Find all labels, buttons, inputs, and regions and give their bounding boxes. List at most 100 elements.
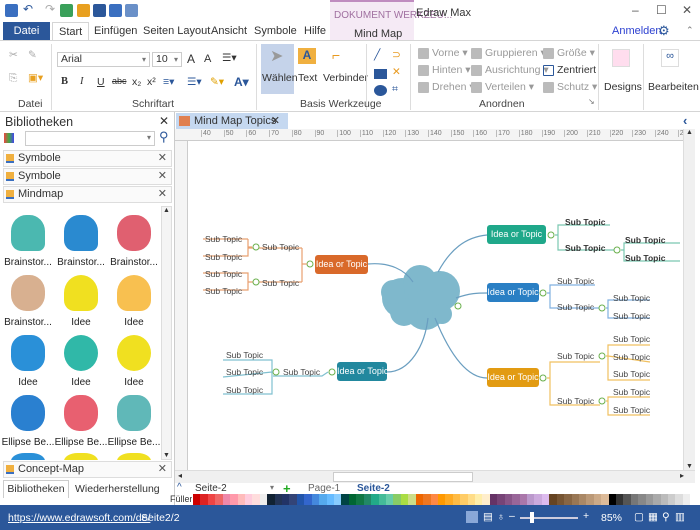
tab-einfuegen[interactable]: Einfügen bbox=[88, 22, 143, 40]
color-swatch[interactable] bbox=[363, 494, 372, 505]
color-swatch[interactable] bbox=[645, 494, 654, 505]
color-swatch[interactable] bbox=[296, 494, 305, 505]
connector-tool-button[interactable]: ⌐ Verbinder bbox=[322, 44, 368, 94]
library-scrollbar[interactable]: ▲ ▼ bbox=[161, 206, 172, 460]
sub-topic[interactable]: Sub Topic bbox=[205, 252, 242, 262]
close-tab-icon[interactable]: ✕ bbox=[271, 113, 280, 129]
color-swatch[interactable] bbox=[252, 494, 260, 505]
collapse-toggle-icon[interactable] bbox=[613, 246, 621, 254]
collapse-toggle-icon[interactable] bbox=[252, 278, 260, 286]
copy-icon[interactable]: ⎘ bbox=[9, 72, 17, 85]
sub-topic[interactable]: Sub Topic bbox=[226, 350, 263, 360]
sub-topic[interactable]: Sub Topic bbox=[613, 293, 650, 303]
library-section-symbole[interactable]: Symbole ✕ bbox=[3, 150, 172, 167]
align-icon[interactable]: ☰▾ bbox=[222, 52, 237, 64]
color-swatch[interactable] bbox=[578, 494, 587, 505]
format-painter-icon[interactable]: ✎ bbox=[28, 49, 37, 61]
line-icon[interactable]: ╱ bbox=[374, 49, 380, 61]
color-swatch[interactable] bbox=[237, 494, 245, 505]
color-swatch[interactable] bbox=[623, 494, 631, 505]
main-topic-node[interactable]: Idea or Topic bbox=[487, 225, 546, 244]
zoom-icon[interactable]: ⚲ bbox=[662, 511, 670, 523]
gear-icon[interactable]: ⚙ bbox=[658, 23, 670, 39]
main-topic-node[interactable]: Idea or Topic bbox=[315, 255, 368, 274]
color-swatch[interactable] bbox=[274, 494, 283, 505]
zoom-in-button[interactable]: + bbox=[583, 510, 589, 522]
library-section-mindmap[interactable]: Mindmap ✕ bbox=[3, 186, 172, 203]
vertical-scrollbar[interactable]: ▲ ▼ bbox=[683, 129, 695, 470]
color-swatch[interactable] bbox=[304, 494, 312, 505]
tab-seite-2[interactable]: Seite-2 bbox=[357, 483, 390, 494]
color-swatch[interactable] bbox=[504, 494, 513, 505]
color-swatch[interactable] bbox=[497, 494, 505, 505]
fit-page-icon[interactable]: ▢ bbox=[634, 511, 644, 523]
tab-ansicht[interactable]: Ansicht bbox=[205, 22, 253, 40]
color-swatch[interactable] bbox=[489, 494, 498, 505]
collapse-panel-icon[interactable]: ‹ bbox=[683, 113, 687, 128]
collapse-toggle-icon[interactable] bbox=[539, 374, 547, 382]
distribute-button[interactable]: Verteilen ▾ bbox=[471, 81, 534, 93]
sub-topic[interactable]: Sub Topic bbox=[565, 217, 605, 227]
color-swatch[interactable] bbox=[348, 494, 357, 505]
highlight-icon[interactable]: ✎▾ bbox=[210, 76, 224, 88]
main-topic-node[interactable]: Idea or Topic bbox=[487, 283, 539, 302]
sub-topic[interactable]: Sub Topic bbox=[557, 396, 594, 406]
color-swatch[interactable] bbox=[244, 494, 253, 505]
sub-topic[interactable]: Sub Topic bbox=[205, 234, 242, 244]
color-swatch[interactable] bbox=[423, 494, 431, 505]
font-color-icon[interactable]: A▾ bbox=[234, 75, 249, 89]
close-button[interactable]: ✕ bbox=[682, 3, 692, 17]
collapse-toggle-icon[interactable] bbox=[598, 397, 606, 405]
color-swatch[interactable] bbox=[519, 494, 527, 505]
bold-icon[interactable]: B bbox=[61, 76, 68, 87]
size-button[interactable]: Größe ▾ bbox=[543, 47, 595, 59]
collapse-toggle-icon[interactable] bbox=[547, 231, 555, 239]
subscript-icon[interactable]: x₂ bbox=[132, 76, 141, 88]
sub-topic[interactable]: Sub Topic bbox=[613, 405, 650, 415]
color-swatch[interactable] bbox=[601, 494, 609, 505]
color-swatch[interactable] bbox=[437, 494, 446, 505]
color-swatch[interactable] bbox=[467, 494, 476, 505]
collapse-toggle-icon[interactable] bbox=[252, 243, 260, 251]
color-palette[interactable] bbox=[193, 494, 691, 505]
select-tool-button[interactable]: ➤ Wählen bbox=[261, 44, 298, 94]
collapse-toggle-icon[interactable] bbox=[306, 260, 314, 268]
search-icon[interactable]: ⚲ bbox=[159, 129, 169, 145]
color-swatch[interactable] bbox=[630, 494, 639, 505]
cut-icon[interactable]: ✂ bbox=[9, 49, 18, 61]
color-swatch[interactable] bbox=[564, 494, 572, 505]
sub-topic[interactable]: Sub Topic bbox=[557, 351, 594, 361]
color-swatch[interactable] bbox=[289, 494, 297, 505]
color-swatch[interactable] bbox=[675, 494, 683, 505]
color-swatch[interactable] bbox=[311, 494, 320, 505]
print-icon[interactable] bbox=[109, 4, 122, 17]
color-swatch[interactable] bbox=[653, 494, 661, 505]
color-swatch[interactable] bbox=[282, 494, 290, 505]
rectangle-icon[interactable] bbox=[374, 69, 387, 79]
color-swatch[interactable] bbox=[319, 494, 327, 505]
color-swatch[interactable] bbox=[534, 494, 542, 505]
sub-topic[interactable]: Sub Topic bbox=[557, 302, 594, 312]
color-swatch[interactable] bbox=[415, 494, 424, 505]
color-swatch[interactable] bbox=[267, 494, 275, 505]
superscript-icon[interactable]: x² bbox=[147, 76, 156, 88]
color-swatch[interactable] bbox=[356, 494, 364, 505]
color-swatch[interactable] bbox=[452, 494, 461, 505]
collapse-toggle-icon[interactable] bbox=[272, 368, 280, 376]
horizontal-scrollbar[interactable]: ◂ ▸ bbox=[175, 470, 695, 483]
align-button[interactable]: Ausrichtung ▾ bbox=[471, 64, 549, 76]
sub-topic[interactable]: Sub Topic bbox=[613, 311, 650, 321]
redo-icon[interactable]: ↷ bbox=[45, 2, 58, 16]
color-swatch[interactable] bbox=[482, 494, 490, 505]
collapse-toggle-icon[interactable] bbox=[539, 289, 547, 297]
underline-icon[interactable]: U bbox=[97, 76, 105, 88]
library-shape-icon[interactable] bbox=[64, 453, 98, 460]
sub-topic[interactable]: Sub Topic bbox=[613, 387, 650, 397]
color-swatch[interactable] bbox=[385, 494, 394, 505]
send-back-button[interactable]: Hinten ▾ bbox=[418, 64, 471, 76]
library-shape-icon[interactable] bbox=[11, 453, 45, 460]
sub-topic[interactable]: Sub Topic bbox=[565, 243, 605, 253]
save-icon[interactable] bbox=[93, 4, 106, 17]
paste-icon[interactable]: ▣▾ bbox=[28, 72, 43, 84]
website-link[interactable]: https://www.edrawsoft.com/de/ bbox=[8, 512, 150, 524]
